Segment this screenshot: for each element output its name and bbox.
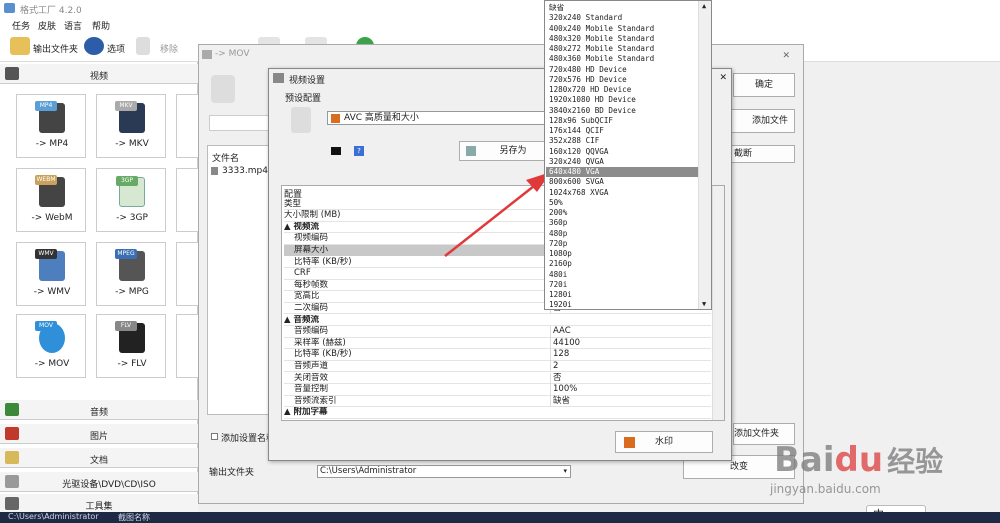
watermark-url: jingyan.baidu.com [770, 482, 881, 496]
dropdown-option[interactable]: 480x320 Mobile Standard [549, 34, 697, 44]
watermark-jingyan: 经验 [887, 445, 944, 478]
dropdown-option[interactable]: 640x480 VGA [546, 167, 698, 178]
watermark-du: du [834, 440, 884, 480]
dropdown-option[interactable]: 720i [549, 280, 697, 290]
dropdown-option[interactable]: 176x144 QCIF [549, 126, 697, 136]
dropdown-option[interactable]: 3840x2160 BD Device [549, 106, 697, 116]
dropdown-option[interactable]: 128x96 SubQCIF [549, 116, 697, 126]
taskbar-item-2[interactable]: 截图名称 [118, 512, 150, 523]
dropdown-option[interactable]: 160x120 QQVGA [549, 147, 697, 157]
dropdown-scrollbar[interactable]: ▲ ▼ [698, 1, 711, 309]
dropdown-option[interactable]: 480x360 Mobile Standard [549, 54, 697, 64]
screen-size-dropdown[interactable]: 缺省 320x240 Standard 400x240 Mobile Standar… [544, 0, 712, 310]
dropdown-option[interactable]: 352x288 CIF [549, 136, 697, 146]
dropdown-option[interactable]: 720x480 HD Device [549, 65, 697, 75]
dropdown-option[interactable]: 1080p [549, 249, 697, 259]
dropdown-option[interactable]: 720x576 HD Device [549, 75, 697, 85]
dropdown-option[interactable]: 320x240 QVGA [549, 157, 697, 167]
dropdown-option[interactable]: 1024x768 XVGA [549, 188, 697, 198]
dropdown-option[interactable]: 200% [549, 208, 697, 218]
dropdown-option[interactable]: 400x240 Mobile Standard [549, 24, 697, 34]
dropdown-option[interactable]: 缺省 [549, 3, 697, 13]
dropdown-option[interactable]: 360p [549, 218, 697, 228]
taskbar: C:\Users\Administrator 截图名称 [0, 512, 1000, 523]
dropdown-option[interactable]: 480p [549, 229, 697, 239]
dropdown-option[interactable]: 1920x1080 HD Device [549, 95, 697, 105]
scroll-up-icon[interactable]: ▲ [702, 2, 706, 10]
scroll-down-icon[interactable]: ▼ [702, 300, 706, 308]
dropdown-option[interactable]: 480x272 Mobile Standard [549, 44, 697, 54]
taskbar-item-1[interactable]: C:\Users\Administrator [8, 512, 99, 521]
dropdown-option[interactable]: 1280x720 HD Device [549, 85, 697, 95]
dropdown-option[interactable]: 1280i [549, 290, 697, 300]
dropdown-option[interactable]: 1920i [549, 300, 697, 310]
dropdown-option[interactable]: 480i [549, 270, 697, 280]
dropdown-option[interactable]: 800x600 SVGA [549, 177, 697, 187]
watermark-brand: Bai [774, 440, 835, 480]
watermark-logo: Baidu 经验 [774, 440, 943, 480]
arrow-shaft [444, 185, 535, 257]
dropdown-option[interactable]: 720p [549, 239, 697, 249]
dropdown-option[interactable]: 2160p [549, 259, 697, 269]
dropdown-option[interactable]: 320x240 Standard [549, 13, 697, 23]
dropdown-option[interactable]: 50% [549, 198, 697, 208]
